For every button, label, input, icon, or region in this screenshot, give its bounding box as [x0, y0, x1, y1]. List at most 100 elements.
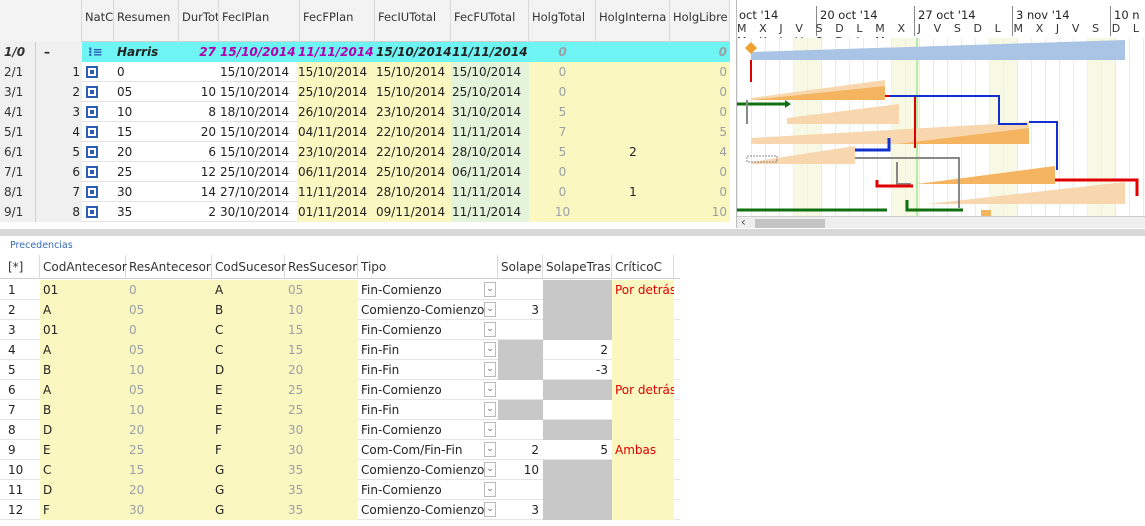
fec-i-plan[interactable]: 15/10/2014: [219, 82, 297, 102]
holg-total[interactable]: 5: [529, 142, 596, 162]
holg-interna[interactable]: [596, 62, 670, 82]
tipo-select[interactable]: Comienzo-Comienzo ⌄: [358, 460, 498, 480]
tipo-select[interactable]: Comienzo-Comienzo ⌄: [358, 300, 498, 320]
col-header-natc[interactable]: NatC: [82, 0, 114, 42]
solape-tras[interactable]: [543, 400, 612, 420]
task-type[interactable]: [82, 142, 114, 162]
solape-tras[interactable]: [543, 280, 612, 300]
fec-f-plan[interactable]: 01/11/2014: [297, 202, 375, 222]
solape-tras[interactable]: 5: [543, 440, 612, 460]
solape-tras[interactable]: [543, 300, 612, 320]
fec-i-plan[interactable]: 15/10/2014: [219, 62, 297, 82]
holg-interna[interactable]: [596, 102, 670, 122]
solape-tras[interactable]: [543, 420, 612, 440]
col-header-ressucesor[interactable]: ResSucesor: [285, 255, 358, 279]
holg-interna[interactable]: [596, 122, 670, 142]
solape-tras[interactable]: [543, 380, 612, 400]
chevron-down-icon[interactable]: ⌄: [484, 382, 496, 397]
fec-i-plan[interactable]: 15/10/2014: [219, 122, 297, 142]
row-header[interactable]: 8/1: [0, 182, 36, 202]
scroll-thumb[interactable]: [755, 219, 825, 228]
col-header-fecIUtotal[interactable]: FecIUTotal: [375, 0, 451, 42]
holg-total[interactable]: 0: [529, 82, 596, 102]
task-duration[interactable]: [179, 62, 219, 82]
row-number[interactable]: 4: [0, 340, 40, 360]
row-number[interactable]: 9: [0, 440, 40, 460]
solape-tras[interactable]: [543, 460, 612, 480]
precedencia-row[interactable]: 10 C 15 G 35 Comienzo-Comienzo ⌄ 10: [0, 460, 680, 480]
tipo-select[interactable]: Fin-Fin ⌄: [358, 340, 498, 360]
fec-iu-total[interactable]: 25/10/2014: [375, 162, 451, 182]
fec-fu-total[interactable]: 31/10/2014: [451, 102, 529, 122]
task-duration[interactable]: 2: [179, 202, 219, 222]
row-number[interactable]: 10: [0, 460, 40, 480]
solape[interactable]: [498, 480, 543, 500]
corner-cell[interactable]: [*]: [0, 255, 40, 279]
gantt-body[interactable]: [737, 38, 1145, 216]
tipo-select[interactable]: Fin-Comienzo ⌄: [358, 480, 498, 500]
cod-antecesor[interactable]: B: [40, 360, 126, 380]
chevron-down-icon[interactable]: ⌄: [484, 342, 496, 357]
summary-name[interactable]: Harris: [114, 42, 179, 62]
cod-antecesor[interactable]: D: [40, 480, 126, 500]
col-header-fecFUtotal[interactable]: FecFUTotal: [451, 0, 529, 42]
holg-libre[interactable]: 0: [670, 102, 730, 122]
cod-sucesor[interactable]: D: [212, 360, 285, 380]
tipo-select[interactable]: Fin-Fin ⌄: [358, 360, 498, 380]
fec-i-plan[interactable]: 15/10/2014: [219, 142, 297, 162]
cod-sucesor[interactable]: C: [212, 340, 285, 360]
row-number[interactable]: 2: [0, 300, 40, 320]
chevron-down-icon[interactable]: ⌄: [484, 402, 496, 417]
task-row[interactable]: 2/1 1 0 15/10/2014 15/10/2014 15/10/2014 15/10…: [0, 62, 730, 82]
holg-total[interactable]: 0: [529, 62, 596, 82]
solape[interactable]: 3: [498, 500, 543, 520]
row-header[interactable]: 2/1: [0, 62, 36, 82]
task-name[interactable]: 0: [114, 62, 179, 82]
fec-fu-total[interactable]: 25/10/2014: [451, 82, 529, 102]
row-header[interactable]: 3/1: [0, 82, 36, 102]
precedencia-row[interactable]: 1 01 0 A 05 Fin-Comienzo ⌄ Por detrás: [0, 280, 680, 300]
col-header-fecIplan[interactable]: FecIPlan: [219, 0, 300, 42]
task-type[interactable]: [82, 162, 114, 182]
task-name[interactable]: 30: [114, 182, 179, 202]
task-row[interactable]: 6/1 5 20 6 15/10/2014 23/10/2014 22/10/2014 28/…: [0, 142, 730, 162]
task-type[interactable]: [82, 62, 114, 82]
holg-libre[interactable]: 5: [670, 122, 730, 142]
summary-fec-i-plan[interactable]: 15/10/2014: [219, 42, 297, 62]
task-name[interactable]: 15: [114, 122, 179, 142]
task-row[interactable]: 5/1 4 15 20 15/10/2014 04/11/2014 22/10/2014 11…: [0, 122, 730, 142]
chevron-down-icon[interactable]: ⌄: [484, 442, 496, 457]
cod-sucesor[interactable]: F: [212, 440, 285, 460]
gantt-hscrollbar[interactable]: ‹: [737, 215, 1145, 228]
fec-iu-total[interactable]: 23/10/2014: [375, 102, 451, 122]
precedencia-row[interactable]: 8 D 20 F 30 Fin-Comienzo ⌄: [0, 420, 680, 440]
precedencia-row[interactable]: 11 D 20 G 35 Fin-Comienzo ⌄: [0, 480, 680, 500]
holg-libre[interactable]: 0: [670, 182, 730, 202]
tipo-select[interactable]: Fin-Fin ⌄: [358, 400, 498, 420]
solape[interactable]: [498, 380, 543, 400]
solape[interactable]: [498, 400, 543, 420]
task-type[interactable]: [82, 82, 114, 102]
gantt-chart[interactable]: oct '14 20 oct '14 27 oct '14 3 nov '14 …: [736, 0, 1145, 228]
chevron-down-icon[interactable]: ⌄: [484, 462, 496, 477]
cod-antecesor[interactable]: A: [40, 380, 126, 400]
tipo-select[interactable]: Fin-Comienzo ⌄: [358, 280, 498, 300]
holg-total[interactable]: 5: [529, 102, 596, 122]
holg-interna[interactable]: [596, 202, 670, 222]
precedencia-row[interactable]: 3 01 0 C 15 Fin-Comienzo ⌄: [0, 320, 680, 340]
precedencia-row[interactable]: 5 B 10 D 20 Fin-Fin ⌄ -3: [0, 360, 680, 380]
chevron-down-icon[interactable]: ⌄: [484, 422, 496, 437]
fec-i-plan[interactable]: 27/10/2014: [219, 182, 297, 202]
holg-libre[interactable]: 10: [670, 202, 730, 222]
tipo-select[interactable]: Com-Com/Fin-Fin ⌄: [358, 440, 498, 460]
fec-fu-total[interactable]: 11/11/2014: [451, 122, 529, 142]
task-duration[interactable]: 20: [179, 122, 219, 142]
task-name[interactable]: 20: [114, 142, 179, 162]
cod-sucesor[interactable]: E: [212, 400, 285, 420]
fec-fu-total[interactable]: 06/11/2014: [451, 162, 529, 182]
cod-sucesor[interactable]: B: [212, 300, 285, 320]
col-header-holgtotal[interactable]: HolgTotal: [529, 0, 596, 42]
solape-tras[interactable]: -3: [543, 360, 612, 380]
col-header-resumen[interactable]: Resumen: [114, 0, 179, 42]
pane-splitter[interactable]: [0, 229, 1145, 236]
